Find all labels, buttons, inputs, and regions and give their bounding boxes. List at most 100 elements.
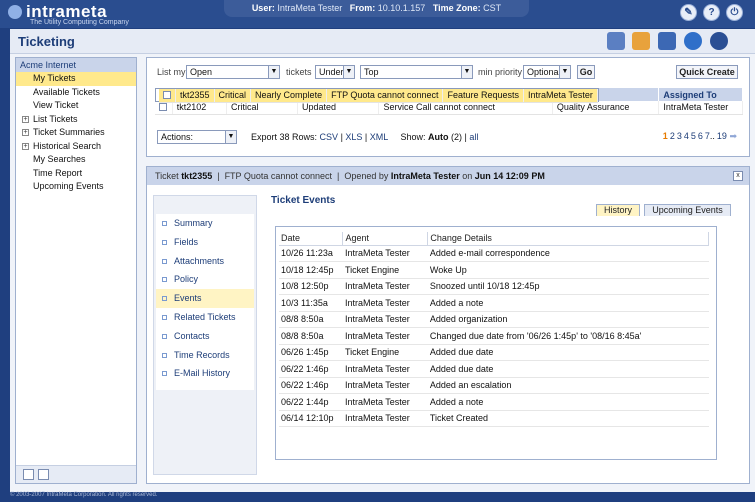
detail-nav-events[interactable]: Events <box>156 289 254 308</box>
tickets-table: CodePriorityStatusTitleCategoryAssigned … <box>155 88 743 115</box>
event-column-header[interactable]: Agent <box>342 232 429 246</box>
row-checkbox[interactable] <box>159 103 167 112</box>
ticket-label: Ticket <box>155 171 179 181</box>
sidebar-item-my-tickets[interactable]: My Tickets <box>16 72 136 86</box>
opened-label: Opened by <box>344 171 389 181</box>
sidebar-item-view-ticket[interactable]: View Ticket <box>16 99 136 113</box>
bullet-icon <box>162 352 167 358</box>
bullet-icon <box>162 371 167 377</box>
bullet-icon <box>162 277 167 283</box>
detail-nav-related-tickets[interactable]: Related Tickets <box>156 308 254 327</box>
next-arrow-icon[interactable]: ➡ <box>729 131 737 141</box>
cell-status: Updated <box>297 101 380 115</box>
event-row: 10/8 12:50p IntraMeta Tester Snoozed until… <box>279 278 709 295</box>
event-column-header[interactable]: Date <box>279 232 344 246</box>
pager-page[interactable]: 3 <box>677 131 682 141</box>
pager-page[interactable]: 6 <box>698 131 703 141</box>
group-value: Top <box>364 67 379 77</box>
detail-nav-policy[interactable]: Policy <box>156 270 254 289</box>
cell-category: Feature Requests <box>442 89 525 103</box>
list-my-value: Open <box>190 67 213 77</box>
group-select[interactable]: Top ▼ <box>360 65 473 79</box>
events-body: 10/26 11:23a IntraMeta Tester Added e-mail… <box>279 245 709 427</box>
show-all-link[interactable]: all <box>469 132 478 142</box>
sidebar-item-my-searches[interactable]: My Searches <box>16 153 136 167</box>
table-row[interactable]: tkt2355 Critical Nearly Complete FTP Quota … <box>155 88 599 103</box>
edit-ticket-icon[interactable] <box>38 469 49 480</box>
detail-nav-label: Attachments <box>174 255 225 266</box>
detail-nav-attachments[interactable]: Attachments <box>156 252 254 271</box>
detail-nav-label: Related Tickets <box>174 311 236 322</box>
expand-icon[interactable]: + <box>22 115 29 123</box>
export-xls-link[interactable]: XLS <box>345 132 362 142</box>
show-auto-value: Auto <box>427 132 449 142</box>
detail-nav-contacts[interactable]: Contacts <box>156 327 254 346</box>
close-icon[interactable]: x <box>733 171 743 181</box>
detail-nav-summary[interactable]: Summary <box>156 214 254 233</box>
wrench-icon[interactable]: ✎ <box>680 4 697 21</box>
opened-on-label: on <box>462 171 473 181</box>
go-button[interactable]: Go <box>577 65 595 79</box>
event-agent: IntraMeta Tester <box>342 311 428 328</box>
new-ticket-icon[interactable] <box>23 469 34 480</box>
bullet-icon <box>162 221 167 226</box>
list-my-select[interactable]: Open ▼ <box>186 65 280 79</box>
help-icon[interactable]: ? <box>703 4 720 21</box>
sidebar-item-upcoming-events[interactable]: Upcoming Events <box>16 180 136 194</box>
chevron-down-icon: ▼ <box>461 66 472 78</box>
sidebar-heading: Acme Internet <box>16 58 136 72</box>
event-row: 10/18 12:45p Ticket Engine Woke Up <box>279 261 709 279</box>
pager-page[interactable]: 4 <box>684 131 689 141</box>
detail-nav-fields[interactable]: Fields <box>156 233 254 252</box>
actions-select[interactable]: Actions: ▼ <box>157 130 237 144</box>
export-xml-link[interactable]: XML <box>370 132 388 142</box>
show-count: (2) <box>451 132 462 142</box>
user-info-bar: User: IntraMeta Tester From: 10.10.1.157… <box>224 0 529 17</box>
export-csv-link[interactable]: CSV <box>320 132 339 142</box>
nav-icon[interactable] <box>710 32 728 50</box>
detail-nav-label: Policy <box>174 274 199 285</box>
column-header[interactable]: Assigned To <box>658 88 743 101</box>
from-ip: 10.10.1.157 <box>377 3 426 13</box>
event-row: 06/22 1:44p IntraMeta Tester Added a note <box>279 393 709 411</box>
opened-by: IntraMeta Tester <box>390 171 460 181</box>
event-agent: IntraMeta Tester <box>342 360 428 378</box>
event-row: 06/14 12:10p IntraMeta Tester Ticket Creat… <box>279 410 709 427</box>
event-agent: Ticket Engine <box>342 261 428 279</box>
pager-last[interactable]: 19 <box>717 131 727 141</box>
sidebar-item-label: Ticket Summaries <box>33 127 105 137</box>
power-icon[interactable]: ⏻ <box>726 4 743 21</box>
chevron-down-icon: ▼ <box>225 131 236 143</box>
row-checkbox[interactable] <box>163 91 171 100</box>
expand-icon[interactable]: + <box>22 129 29 136</box>
tab-history[interactable]: History <box>596 204 640 216</box>
event-agent: IntraMeta Tester <box>342 377 428 394</box>
expand-icon[interactable]: + <box>22 142 29 150</box>
pager-page[interactable]: 5 <box>691 131 696 141</box>
brand-logo: intrameta The Utility Computing Company <box>8 2 129 26</box>
network-icon[interactable] <box>658 32 676 50</box>
detail-nav-time-records[interactable]: Time Records <box>156 346 254 365</box>
min-priority-select[interactable]: Optional ▼ <box>523 65 571 79</box>
scope-select[interactable]: Under ▼ <box>315 65 355 79</box>
detail-nav-label: Fields <box>174 236 199 247</box>
tab-upcoming-events[interactable]: Upcoming Events <box>644 204 731 216</box>
quick-create-button[interactable]: Quick Create <box>676 65 738 79</box>
pager-page[interactable]: 2 <box>670 131 675 141</box>
sidebar-item-historical-search[interactable]: + Historical Search <box>16 140 136 154</box>
contacts-icon[interactable] <box>632 32 650 50</box>
ticket-detail-panel: Ticket tkt2355 | FTP Quota cannot connec… <box>146 166 750 484</box>
sidebar-item-list-tickets[interactable]: + List Tickets <box>16 113 136 127</box>
sidebar-item-label: View Ticket <box>33 100 79 110</box>
actions-label: Actions: <box>161 132 194 142</box>
list-footer: Actions: ▼ Export 38 Rows: CSV | XLS | XM… <box>155 130 743 146</box>
event-column-header[interactable]: Change Details <box>427 232 709 246</box>
sidebar-item-available-tickets[interactable]: Available Tickets <box>16 86 136 100</box>
users-icon[interactable] <box>607 32 625 50</box>
globe-icon[interactable] <box>684 32 702 50</box>
detail-nav-e-mail-history[interactable]: E-Mail History <box>156 364 254 383</box>
sidebar-item-time-report[interactable]: Time Report <box>16 167 136 181</box>
sidebar-item-ticket-summaries[interactable]: + Ticket Summaries <box>16 126 136 140</box>
table-row[interactable]: tkt2102 Critical Updated Service Call canno… <box>155 101 743 115</box>
cell-status: Nearly Complete <box>250 89 328 103</box>
